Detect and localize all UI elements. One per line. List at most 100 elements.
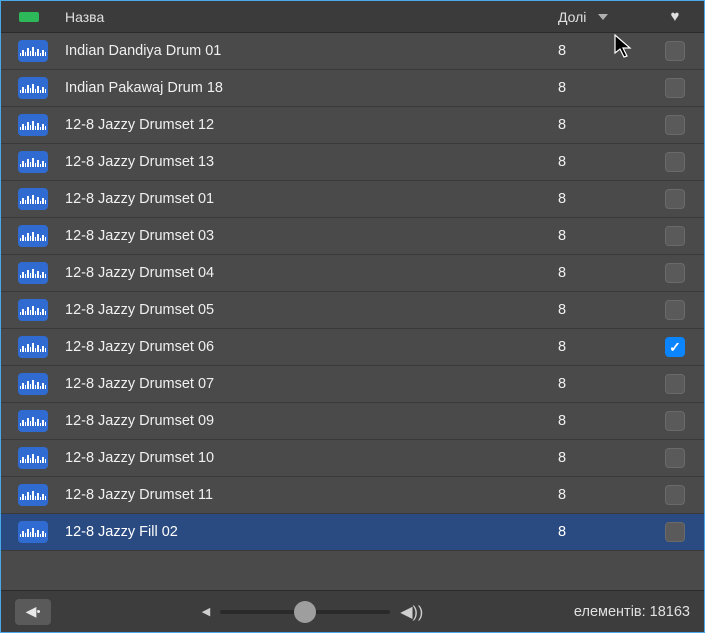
loop-name: 12-8 Jazzy Drumset 10 <box>57 450 554 466</box>
audio-loop-icon <box>18 373 48 395</box>
dot-icon <box>37 610 40 613</box>
loop-beats: 8 <box>554 43 646 59</box>
favorite-cell <box>646 226 704 246</box>
loop-type-cell <box>1 188 57 210</box>
audio-loop-icon <box>18 151 48 173</box>
loop-name: 12-8 Jazzy Drumset 05 <box>57 302 554 318</box>
loop-type-cell <box>1 114 57 136</box>
audio-loop-icon <box>18 114 48 136</box>
loop-beats: 8 <box>554 524 646 540</box>
loop-type-cell <box>1 484 57 506</box>
audio-loop-icon <box>18 484 48 506</box>
table-row[interactable]: 12-8 Jazzy Drumset 058 <box>1 292 704 329</box>
loop-beats: 8 <box>554 376 646 392</box>
loop-name: Indian Dandiya Drum 01 <box>57 43 554 59</box>
indicator-icon <box>19 12 39 22</box>
loop-type-cell <box>1 447 57 469</box>
loop-type-cell <box>1 40 57 62</box>
table-row[interactable]: 12-8 Jazzy Drumset 098 <box>1 403 704 440</box>
favorite-cell <box>646 41 704 61</box>
favorite-cell <box>646 448 704 468</box>
audio-loop-icon <box>18 521 48 543</box>
loop-type-cell <box>1 151 57 173</box>
audio-loop-icon <box>18 40 48 62</box>
loop-name: Indian Pakawaj Drum 18 <box>57 80 554 96</box>
column-beats-header[interactable]: Долі <box>554 9 646 25</box>
favorite-cell <box>646 522 704 542</box>
speaker-icon: ◀ <box>26 603 37 620</box>
loop-name: 12-8 Jazzy Fill 02 <box>57 524 554 540</box>
table-row[interactable]: 12-8 Jazzy Drumset 078 <box>1 366 704 403</box>
favorite-cell <box>646 263 704 283</box>
loop-beats: 8 <box>554 413 646 429</box>
table-row[interactable]: 12-8 Jazzy Drumset 068✓ <box>1 329 704 366</box>
table-row[interactable]: Indian Dandiya Drum 018 <box>1 33 704 70</box>
loop-beats: 8 <box>554 80 646 96</box>
table-row[interactable]: Indian Pakawaj Drum 188 <box>1 70 704 107</box>
favorite-checkbox[interactable]: ✓ <box>665 337 685 357</box>
loop-beats: 8 <box>554 191 646 207</box>
favorite-cell <box>646 152 704 172</box>
loop-beats: 8 <box>554 265 646 281</box>
table-row[interactable]: 12-8 Jazzy Drumset 038 <box>1 218 704 255</box>
favorite-checkbox[interactable] <box>665 522 685 542</box>
loop-beats: 8 <box>554 487 646 503</box>
table-row[interactable]: 12-8 Jazzy Drumset 138 <box>1 144 704 181</box>
footer-bar: ◀ ◀ ◀)) елементів: 18163 <box>1 590 704 632</box>
loop-type-cell <box>1 373 57 395</box>
volume-slider-thumb[interactable] <box>294 601 316 623</box>
favorite-checkbox[interactable] <box>665 152 685 172</box>
favorite-checkbox[interactable] <box>665 226 685 246</box>
loop-type-cell <box>1 410 57 432</box>
audio-loop-icon <box>18 262 48 284</box>
favorite-checkbox[interactable] <box>665 300 685 320</box>
loop-type-cell <box>1 299 57 321</box>
table-row[interactable]: 12-8 Jazzy Fill 028 <box>1 514 704 551</box>
table-row[interactable]: 12-8 Jazzy Drumset 118 <box>1 477 704 514</box>
loop-name: 12-8 Jazzy Drumset 01 <box>57 191 554 207</box>
heart-icon: ♥ <box>671 8 680 25</box>
loop-type-cell <box>1 77 57 99</box>
table-row[interactable]: 12-8 Jazzy Drumset 018 <box>1 181 704 218</box>
audio-loop-icon <box>18 336 48 358</box>
favorite-cell <box>646 374 704 394</box>
favorite-checkbox[interactable] <box>665 411 685 431</box>
preview-button[interactable]: ◀ <box>15 599 51 625</box>
favorite-checkbox[interactable] <box>665 263 685 283</box>
favorite-checkbox[interactable] <box>665 41 685 61</box>
loop-name: 12-8 Jazzy Drumset 07 <box>57 376 554 392</box>
item-count-label: елементів: 18163 <box>574 604 690 620</box>
favorite-checkbox[interactable] <box>665 78 685 98</box>
volume-low-icon: ◀ <box>202 605 210 618</box>
favorite-cell <box>646 300 704 320</box>
favorite-cell <box>646 115 704 135</box>
loop-list: Indian Dandiya Drum 018Indian Pakawaj Dr… <box>1 33 704 590</box>
loop-name: 12-8 Jazzy Drumset 12 <box>57 117 554 133</box>
loop-type-cell <box>1 336 57 358</box>
column-beats-label: Долі <box>558 9 586 25</box>
loop-beats: 8 <box>554 228 646 244</box>
favorite-cell <box>646 411 704 431</box>
volume-high-icon: ◀)) <box>400 602 423 622</box>
table-row[interactable]: 12-8 Jazzy Drumset 048 <box>1 255 704 292</box>
loop-type-cell <box>1 225 57 247</box>
loop-beats: 8 <box>554 117 646 133</box>
audio-loop-icon <box>18 77 48 99</box>
favorite-cell <box>646 485 704 505</box>
audio-loop-icon <box>18 447 48 469</box>
favorite-checkbox[interactable] <box>665 448 685 468</box>
loop-type-cell <box>1 521 57 543</box>
column-favorite-header[interactable]: ♥ <box>646 8 704 25</box>
favorite-checkbox[interactable] <box>665 115 685 135</box>
volume-slider[interactable] <box>220 610 390 614</box>
column-name-header[interactable]: Назва <box>57 9 554 25</box>
table-row[interactable]: 12-8 Jazzy Drumset 108 <box>1 440 704 477</box>
audio-loop-icon <box>18 410 48 432</box>
library-indicator[interactable] <box>1 1 57 32</box>
favorite-checkbox[interactable] <box>665 374 685 394</box>
favorite-checkbox[interactable] <box>665 485 685 505</box>
loop-type-cell <box>1 262 57 284</box>
favorite-checkbox[interactable] <box>665 189 685 209</box>
loop-beats: 8 <box>554 154 646 170</box>
table-row[interactable]: 12-8 Jazzy Drumset 128 <box>1 107 704 144</box>
